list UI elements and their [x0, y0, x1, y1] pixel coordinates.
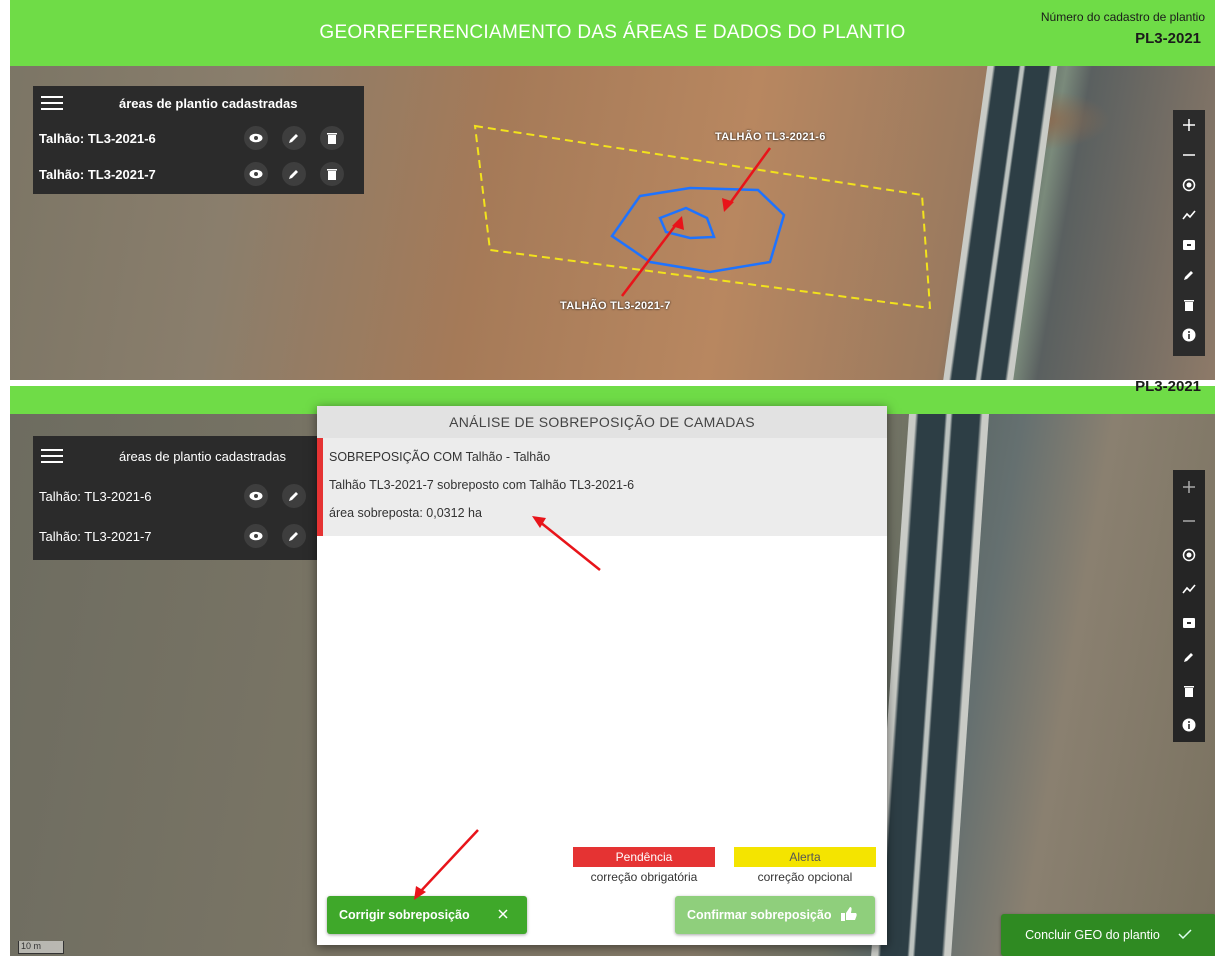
header-bar: GEORREFERENCIAMENTO DAS ÁREAS E DADOS DO…: [10, 0, 1215, 66]
eye-icon[interactable]: [244, 162, 268, 186]
polyline-icon[interactable]: [1173, 200, 1205, 230]
zoom-out-icon[interactable]: [1173, 140, 1205, 170]
list-item-talhao-6: Talhão: TL3-2021-6: [33, 120, 364, 156]
eye-icon[interactable]: [244, 484, 268, 508]
areas-panel: áreas de plantio cadastradas Talhão: TL3…: [33, 86, 364, 194]
trash-icon[interactable]: [1173, 290, 1205, 320]
list-item-talhao-7: Talhão: TL3-2021-7: [33, 156, 364, 192]
page-title: GEORREFERENCIAMENTO DAS ÁREAS E DADOS DO…: [319, 22, 906, 43]
locate-icon[interactable]: [1173, 538, 1205, 572]
issue-detail: Talhão TL3-2021-7 sobreposto com Talhão …: [329, 478, 635, 492]
areas-panel: áreas de plantio cadastradas Talhão: TL3…: [33, 436, 323, 560]
issue-title: SOBREPOSIÇÃO COM Talhão - Talhão: [329, 450, 551, 464]
trash-icon[interactable]: [320, 162, 344, 186]
zoom-in-icon[interactable]: [1173, 110, 1205, 140]
locate-icon[interactable]: [1173, 170, 1205, 200]
legend-alerta-desc: correção opcional: [757, 870, 853, 884]
legend-alerta: Alerta: [734, 847, 876, 867]
area-label: Talhão: TL3-2021-7: [39, 166, 156, 182]
arrow-to-talhao-7: [621, 221, 679, 297]
conclude-geo-button[interactable]: Concluir GEO do plantio: [1001, 914, 1215, 956]
dialog-title: ANÁLISE DE SOBREPOSIÇÃO DE CAMADAS: [317, 406, 887, 438]
map-toolbar: [1173, 470, 1205, 742]
cadastro-value: PL3-2021: [1135, 30, 1201, 47]
overlap-analysis-dialog: ANÁLISE DE SOBREPOSIÇÃO DE CAMADAS SOBRE…: [317, 406, 887, 945]
zoom-in-icon[interactable]: [1173, 470, 1205, 504]
confirm-overlap-button[interactable]: Confirmar sobreposição: [675, 896, 875, 934]
thumbs-up-icon: [841, 906, 858, 924]
scale-bar: 10 m: [18, 941, 64, 954]
info-icon[interactable]: [1173, 320, 1205, 350]
pencil-icon[interactable]: [1173, 260, 1205, 290]
list-item-talhao-7: Talhão: TL3-2021-7: [33, 516, 323, 556]
fix-overlap-label: Corrigir sobreposição: [339, 908, 470, 922]
edit-icon[interactable]: [282, 162, 306, 186]
archive-icon[interactable]: [1173, 230, 1205, 260]
talhao-6-map-label: TALHÃO TL3-2021-6: [715, 131, 826, 143]
area-label: Talhão: TL3-2021-6: [39, 488, 152, 504]
cadastro-label: Número do cadastro de plantio: [1040, 10, 1205, 24]
area-label: Talhão: TL3-2021-7: [39, 528, 152, 544]
close-icon: [498, 908, 508, 922]
legend-pendencia: Pendência: [573, 847, 715, 867]
legend-pendencia-desc: correção obrigatória: [590, 870, 698, 884]
zoom-out-icon[interactable]: [1173, 504, 1205, 538]
talhao-7-map-label: TALHÃO TL3-2021-7: [560, 300, 671, 312]
edit-icon[interactable]: [282, 126, 306, 150]
area-label: Talhão: TL3-2021-6: [39, 130, 156, 146]
cadastro-value: PL3-2021: [1135, 378, 1201, 395]
overlap-issue-card[interactable]: SOBREPOSIÇÃO COM Talhão - Talhão Talhão …: [317, 438, 887, 536]
polyline-icon[interactable]: [1173, 572, 1205, 606]
eye-icon[interactable]: [244, 524, 268, 548]
archive-icon[interactable]: [1173, 606, 1205, 640]
conclude-geo-label: Concluir GEO do plantio: [1025, 928, 1160, 942]
issue-area: área sobreposta: 0,0312 ha: [329, 506, 482, 520]
edit-icon[interactable]: [282, 484, 306, 508]
trash-icon[interactable]: [320, 126, 344, 150]
pencil-icon[interactable]: [1173, 640, 1205, 674]
menu-icon[interactable]: [41, 96, 63, 110]
talhao-6-polygon: [610, 186, 786, 274]
trash-icon[interactable]: [1173, 674, 1205, 708]
arrow-to-talhao-6: [726, 147, 772, 207]
check-icon: [1178, 928, 1192, 942]
menu-icon[interactable]: [41, 449, 63, 463]
confirm-overlap-label: Confirmar sobreposição: [687, 908, 832, 922]
areas-panel-title: áreas de plantio cadastradas: [119, 95, 298, 111]
info-icon[interactable]: [1173, 708, 1205, 742]
fix-overlap-button[interactable]: Corrigir sobreposição: [327, 896, 527, 934]
edit-icon[interactable]: [282, 524, 306, 548]
list-item-talhao-6: Talhão: TL3-2021-6: [33, 476, 323, 516]
map-toolbar: [1173, 110, 1205, 356]
areas-panel-title: áreas de plantio cadastradas: [119, 448, 286, 464]
eye-icon[interactable]: [244, 126, 268, 150]
